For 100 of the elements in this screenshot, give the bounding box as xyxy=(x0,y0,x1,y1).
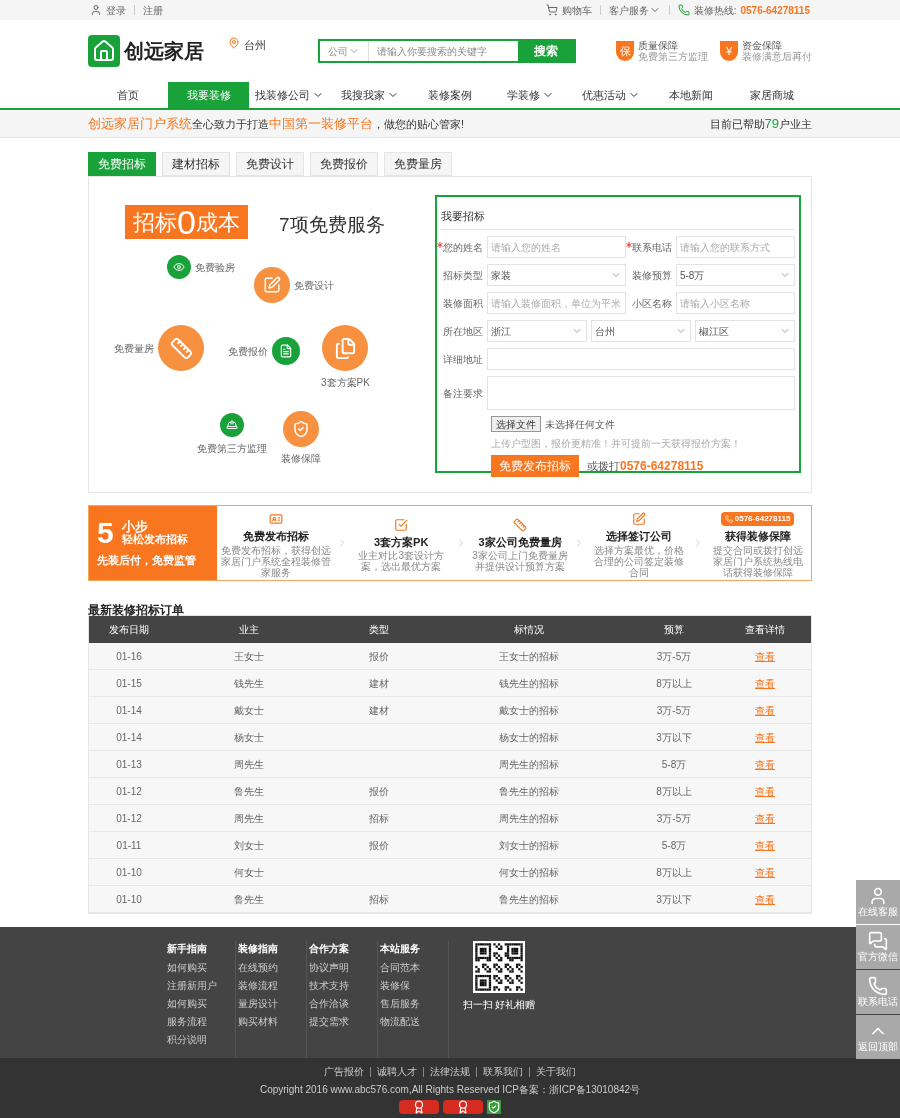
footer-link[interactable]: 装修流程 xyxy=(237,980,306,992)
nav-item[interactable]: 学装修 xyxy=(490,82,571,108)
step-title: 3家公司免费量房 xyxy=(478,534,562,550)
footer-link[interactable]: 积分说明 xyxy=(166,1034,235,1046)
footer-link[interactable]: 合同范本 xyxy=(379,962,448,974)
footer-link[interactable]: 购买材料 xyxy=(237,1016,306,1028)
bottom-link[interactable]: 联系我们 xyxy=(483,1064,523,1079)
footer-link[interactable]: 提交需求 xyxy=(308,1016,377,1028)
search-button[interactable]: 搜索 xyxy=(518,41,574,61)
textarea-field[interactable] xyxy=(487,376,795,410)
nav-item[interactable]: 我要装修 xyxy=(168,82,249,108)
footer-link[interactable]: 合作洽谈 xyxy=(308,998,377,1010)
table-cell-text: 报价 xyxy=(368,649,390,664)
table-cell-text: 01-14 xyxy=(115,703,143,718)
table-cell-text: 8万以上 xyxy=(655,865,693,880)
input-field[interactable]: 请输入装修面积，单位为平米 xyxy=(487,292,626,314)
footer-heading: 本站服务 xyxy=(379,942,421,956)
table-cell-text: 8万以上 xyxy=(655,676,693,691)
step-description: 免费发布招标，获得创远家居门户系统全程装修管家服务 xyxy=(221,544,332,578)
nav-item[interactable]: 家居商城 xyxy=(731,82,812,108)
footer-link[interactable]: 技术支持 xyxy=(308,980,377,992)
cart-link[interactable]: 购物车 xyxy=(561,2,592,18)
chat-bubbles-icon xyxy=(868,931,888,951)
bottom-link[interactable]: 关于我们 xyxy=(536,1064,576,1079)
register-link[interactable]: 注册 xyxy=(143,2,163,18)
table-cell-text: 周先生的招标 xyxy=(498,811,560,826)
footer-link[interactable]: 量房设计 xyxy=(237,998,306,1010)
call-text: 或拨打0576-64278115 xyxy=(587,458,704,475)
column-header: 预算 xyxy=(663,623,685,637)
table-cell-text: 01-11 xyxy=(115,838,143,853)
shield-icon xyxy=(487,1100,501,1114)
table-cell-text: 鲁先生 xyxy=(233,784,265,799)
category-select[interactable]: 公司 xyxy=(320,41,369,61)
table-cell-text: 3万-5万 xyxy=(655,703,693,718)
select-field[interactable]: 台州 xyxy=(591,320,691,342)
footer-link[interactable]: 服务流程 xyxy=(166,1016,235,1028)
table-cell-text: 01-10 xyxy=(115,865,143,880)
service-label: 免费报价 xyxy=(228,344,268,359)
steps-unit: 小步 xyxy=(121,519,149,533)
footer-link[interactable]: 在线预约 xyxy=(237,962,306,974)
input-field[interactable]: 请输入您的姓名 xyxy=(487,236,626,258)
nav-item[interactable]: 装修案例 xyxy=(409,82,491,108)
search-field[interactable]: 公司 请输入你要搜索的关键字 搜索 xyxy=(318,39,576,63)
service-label: 免费验房 xyxy=(195,260,235,275)
table-cell-text: 5-8万 xyxy=(660,838,688,853)
tab[interactable]: 免费报价 xyxy=(310,152,378,176)
input-field[interactable] xyxy=(487,348,795,370)
table-cell-text: 3万-5万 xyxy=(655,811,693,826)
city-label[interactable]: 台州 xyxy=(244,36,266,54)
login-link[interactable]: 登录 xyxy=(106,2,126,18)
footer-link[interactable]: 注册新用户 xyxy=(166,980,235,992)
qr-code-icon xyxy=(473,941,525,993)
ruler-pencil-icon xyxy=(169,336,193,360)
tab[interactable]: 免费招标 xyxy=(88,152,156,176)
footer-link[interactable]: 如何购买 xyxy=(166,998,235,1010)
tab[interactable]: 免费量房 xyxy=(384,152,452,176)
service-label: 3套方案PK xyxy=(321,376,370,390)
footer-link[interactable]: 售后服务 xyxy=(379,998,448,1010)
tab[interactable]: 建材招标 xyxy=(162,152,230,176)
nav-item[interactable]: 本地新闻 xyxy=(651,82,732,108)
customer-service-menu[interactable]: 客户服务 xyxy=(608,2,661,18)
table-cell-text: 建材 xyxy=(368,703,390,718)
select-field[interactable]: 家装 xyxy=(487,264,626,286)
step-title: 3套方案PK xyxy=(374,534,429,550)
guarantee-subtitle: 免费第三方监理 xyxy=(638,51,708,62)
select-field[interactable]: 椒江区 xyxy=(695,320,795,342)
choose-file-button[interactable]: 选择文件 xyxy=(491,416,541,432)
field-label: 备注要求 xyxy=(443,386,483,401)
column-header: 类型 xyxy=(368,623,390,637)
select-field[interactable]: 浙江 xyxy=(487,320,587,342)
footer-link[interactable]: 协议声明 xyxy=(308,962,377,974)
bottom-link[interactable]: 诚聘人才 xyxy=(377,1064,417,1079)
footer-link[interactable]: 装修保 xyxy=(379,980,448,992)
bottom-link[interactable]: 广告报价 xyxy=(324,1064,364,1079)
nav-item[interactable]: 找装修公司 xyxy=(248,82,330,108)
nav-item[interactable]: 我搜我家 xyxy=(329,82,410,108)
table-cell-text: 鲁先生的招标 xyxy=(498,892,560,907)
input-field[interactable]: 请输入您的联系方式 xyxy=(675,236,795,258)
service-label: 免费第三方监理 xyxy=(197,442,267,456)
zero-cost-banner: 招标0成本 xyxy=(125,205,248,239)
table-cell-text: 01-12 xyxy=(115,784,143,799)
nav-item[interactable]: 优惠活动 xyxy=(570,82,652,108)
user-icon xyxy=(90,4,102,16)
table-cell-text: 报价 xyxy=(368,784,390,799)
nav-item[interactable]: 首页 xyxy=(88,82,169,108)
step-title: 获得装修保障 xyxy=(724,529,791,545)
footer-link[interactable]: 如何购买 xyxy=(166,962,235,974)
guarantee-title: 质量保障 xyxy=(638,40,679,51)
table-cell-text: 周先生的招标 xyxy=(498,757,560,772)
input-field[interactable]: 请输入小区名称 xyxy=(675,292,795,314)
table-cell-text: 杨女士 xyxy=(233,730,265,745)
tab[interactable]: 免费设计 xyxy=(236,152,304,176)
form-title: 我要招标 xyxy=(441,210,485,222)
select-field[interactable]: 5-8万 xyxy=(675,264,795,286)
table-cell-text: 杨女士的招标 xyxy=(498,730,560,745)
bottom-link[interactable]: 法律法规 xyxy=(430,1064,470,1079)
phone-icon xyxy=(677,4,690,16)
logo-text: 创远家居 xyxy=(124,39,204,64)
footer-link[interactable]: 物流配送 xyxy=(379,1016,448,1028)
user-icon xyxy=(868,886,888,906)
